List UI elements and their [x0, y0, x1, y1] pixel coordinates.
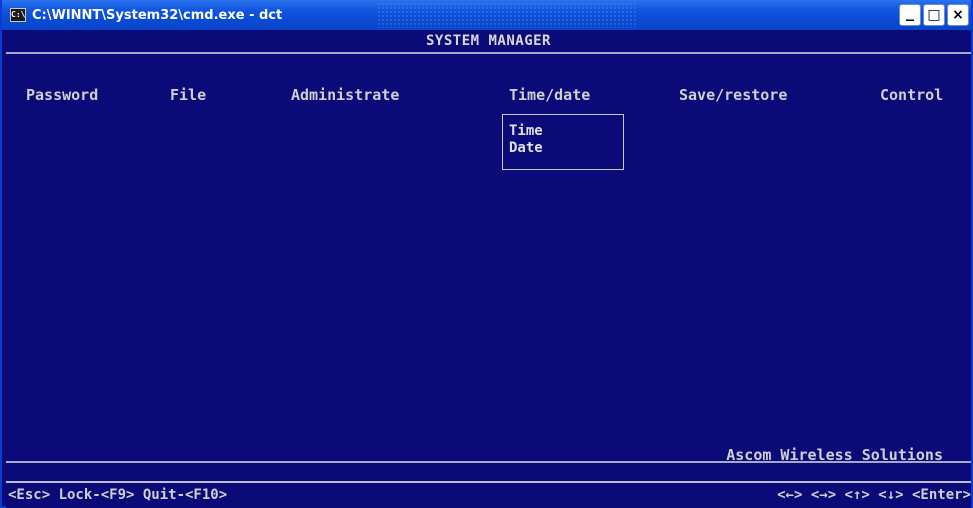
- dropdown-item-date[interactable]: Date: [509, 140, 623, 157]
- menu-item-administrate[interactable]: Administrate: [291, 86, 399, 104]
- window-controls: _ □ ×: [899, 4, 969, 26]
- status-bar: <Esc> Lock-<F9> Quit-<F10> <←> <→> <↑> <…: [6, 484, 971, 506]
- menu-item-file[interactable]: File: [170, 86, 206, 104]
- console-area[interactable]: SYSTEM MANAGER Password File Administrat…: [6, 30, 971, 508]
- window-title: C:\WINNT\System32\cmd.exe - dct: [32, 7, 283, 23]
- cmd-window: C:\ C:\WINNT\System32\cmd.exe - dct _ □ …: [0, 0, 973, 508]
- key-hints-right: <←> <→> <↑> <↓> <Enter>: [777, 487, 971, 503]
- minimize-button[interactable]: _: [899, 4, 921, 26]
- dropdown-item-time[interactable]: Time: [509, 123, 623, 140]
- key-hints-left: <Esc> Lock-<F9> Quit-<F10>: [8, 487, 228, 503]
- maximize-button[interactable]: □: [923, 4, 945, 26]
- status-divider: [6, 481, 971, 483]
- time-date-dropdown: Time Date: [502, 114, 624, 170]
- title-bar[interactable]: C:\ C:\WINNT\System32\cmd.exe - dct _ □ …: [2, 0, 971, 30]
- title-bar-pattern: [377, 2, 637, 28]
- menu-item-control[interactable]: Control: [880, 86, 943, 104]
- console-app-icon[interactable]: C:\: [10, 8, 26, 22]
- menu-item-save-restore[interactable]: Save/restore: [679, 86, 787, 104]
- menu-bar: Password File Administrate Time/date Sav…: [6, 86, 971, 110]
- close-button[interactable]: ×: [947, 4, 969, 26]
- header-divider: [6, 52, 971, 54]
- page-title-text: SYSTEM MANAGER: [425, 33, 551, 49]
- footer-divider: [6, 461, 971, 463]
- menu-item-time-date[interactable]: Time/date: [509, 86, 590, 104]
- menu-item-password[interactable]: Password: [26, 86, 98, 104]
